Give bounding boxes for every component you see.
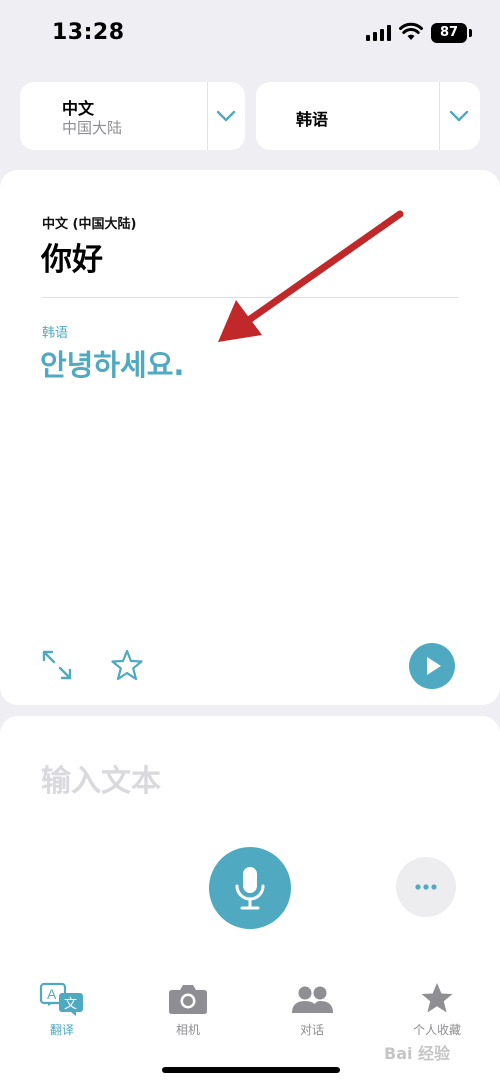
translate-app-screen: 13:28 87 中文 中国大陆 韩语 中文 (中国大陆) 你好 韩语 안녕하세… (0, 0, 500, 1083)
expand-icon[interactable] (40, 648, 74, 682)
wifi-icon (399, 22, 423, 40)
tab-translate[interactable]: A 文 翻译 (12, 982, 112, 1042)
tab-favorites-label: 个人收藏 (412, 1023, 461, 1037)
microphone-icon (235, 867, 265, 910)
source-language-selector[interactable]: 中文 中国大陆 (20, 82, 245, 150)
camera-icon (169, 985, 207, 1014)
play-icon (427, 657, 441, 675)
translate-icon: A 文 (39, 982, 83, 1016)
battery-cap (469, 29, 472, 37)
play-button[interactable] (409, 643, 455, 689)
status-bar: 13:28 87 (0, 0, 500, 68)
tab-translate-label: 翻译 (49, 1023, 74, 1037)
source-text: 你好 (41, 242, 103, 278)
svg-text:文: 文 (64, 997, 77, 1012)
tab-camera-label: 相机 (175, 1023, 200, 1037)
translation-result-card: 中文 (中国大陆) 你好 韩语 안녕하세요. (0, 170, 500, 705)
input-placeholder[interactable]: 输入文本 (41, 756, 161, 800)
star-icon (421, 983, 453, 1013)
watermark-logo: Bai 经验 (384, 1044, 451, 1063)
source-language-region: 中国大陆 (62, 119, 123, 137)
target-language-name: 韩语 (296, 110, 329, 129)
chevron-down-icon[interactable] (215, 106, 237, 126)
target-language-label: 韩语 (42, 326, 69, 341)
tab-camera[interactable]: 相机 (138, 982, 238, 1042)
microphone-button[interactable] (209, 847, 291, 929)
source-language-label: 中文 (中国大陆) (42, 217, 137, 232)
home-indicator[interactable] (162, 1067, 340, 1073)
source-language-name: 中文 (62, 99, 95, 118)
cellular-signal-icon (366, 25, 392, 41)
people-icon (292, 986, 333, 1013)
status-time: 13:28 (52, 20, 125, 45)
ellipsis-icon (415, 884, 437, 890)
tab-conversation-label: 对话 (299, 1023, 324, 1037)
translated-text[interactable]: 안녕하세요. (40, 342, 184, 384)
selector-divider (207, 82, 208, 150)
svg-text:A: A (47, 986, 57, 1002)
selector-divider (439, 82, 440, 150)
target-language-selector[interactable]: 韩语 (256, 82, 480, 150)
tab-favorites[interactable]: 个人收藏 (387, 982, 487, 1042)
result-divider (42, 297, 458, 298)
more-options-button[interactable] (396, 857, 456, 917)
star-outline-icon[interactable] (110, 648, 144, 682)
battery-icon: 87 (431, 23, 467, 43)
tab-conversation[interactable]: 对话 (262, 982, 362, 1042)
chevron-down-icon[interactable] (448, 106, 470, 126)
